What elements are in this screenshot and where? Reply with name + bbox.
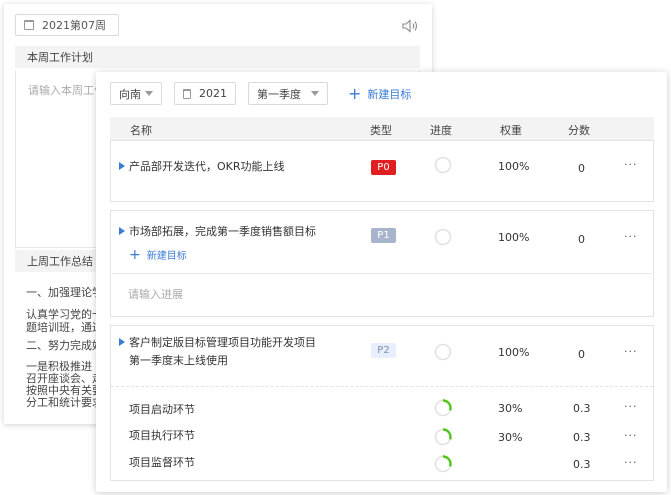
direction-value: 向南 (119, 87, 141, 101)
sub-goal-name: 项目监督环节 (129, 456, 195, 469)
progress-input[interactable]: 请输入进展 (112, 273, 652, 317)
col-weight: 权重 (500, 124, 522, 137)
quarter-select[interactable]: 第一季度 (248, 82, 328, 105)
goal-title: 市场部拓展，完成第一季度销售额目标 (119, 223, 316, 241)
goal-name-line: 客户制定版目标管理项目功能开发项目 (129, 336, 316, 349)
sub-goal-name: 项目启动环节 (129, 403, 195, 416)
col-score: 分数 (568, 124, 590, 137)
goal-name: 产品部开发迭代，OKR功能上线 (129, 160, 285, 173)
sub-goal-row[interactable]: 项目启动环节 30% 0.3 ··· (111, 396, 653, 420)
sub-goal-row[interactable]: 项目监督环节 0.3 ··· (111, 452, 653, 476)
direction-select[interactable]: 向南 (110, 82, 162, 105)
progress-ring-track (434, 156, 452, 174)
more-icon[interactable]: ··· (624, 400, 638, 413)
plan-section-title: 本周工作计划 (15, 46, 420, 68)
progress-ring (434, 428, 452, 446)
priority-badge: P1 (371, 228, 396, 243)
goal-row[interactable]: 产品部开发迭代，OKR功能上线 P0 100% 0 ··· (110, 140, 654, 202)
sub-new-goal-label: 新建目标 (146, 251, 187, 262)
sub-goal-weight: 30% (498, 431, 523, 444)
new-goal-button[interactable]: + 新建目标 (348, 86, 411, 102)
divider (111, 386, 653, 387)
calendar-icon (24, 20, 34, 30)
goal-score: 0 (578, 233, 585, 246)
goal-row[interactable]: 市场部拓展，完成第一季度销售额目标 P1 100% 0 ··· + 新建目标 请… (110, 210, 654, 317)
progress-ring (434, 228, 452, 246)
sub-new-goal-button[interactable]: + 新建目标 (129, 246, 187, 263)
more-icon[interactable]: ··· (624, 429, 638, 442)
progress-ring (434, 343, 452, 361)
quarter-value: 第一季度 (257, 87, 301, 101)
plan-placeholder: 请输入本周工作 (28, 84, 105, 97)
more-icon[interactable]: ··· (624, 230, 638, 243)
table-header: 名称 类型 进度 权重 分数 (110, 117, 654, 140)
flag-icon (119, 338, 125, 346)
goal-name: 市场部拓展，完成第一季度销售额目标 (129, 225, 316, 238)
goal-score: 0 (578, 348, 585, 361)
more-icon[interactable]: ··· (624, 158, 638, 171)
flag-icon (119, 162, 125, 170)
priority-badge: P0 (371, 160, 396, 175)
summary-line: 一、加强理论学 (26, 286, 103, 299)
sub-goal-weight: 30% (498, 402, 523, 415)
new-goal-label: 新建目标 (367, 88, 412, 101)
progress-ring (434, 399, 452, 417)
more-icon[interactable]: ··· (624, 456, 638, 469)
goal-name: 客户制定版目标管理项目功能开发项目 第一季度末上线使用 (129, 334, 316, 370)
priority-badge: P2 (371, 343, 396, 358)
sub-goal-score: 0.3 (573, 431, 591, 444)
progress-ring (434, 455, 452, 473)
goal-weight: 100% (498, 346, 530, 359)
calendar-icon (183, 88, 191, 99)
col-progress: 进度 (430, 124, 452, 137)
okr-goals-panel: 向南 2021 第一季度 + 新建目标 名称 类型 进度 权重 分数 产品部开发… (96, 72, 667, 492)
progress-ring-track (434, 343, 452, 361)
goal-weight: 100% (498, 231, 530, 244)
flag-icon (119, 227, 125, 235)
progress-input-placeholder: 请输入进展 (128, 288, 183, 301)
plus-icon: + (348, 84, 362, 103)
goal-title: 产品部开发迭代，OKR功能上线 (119, 158, 285, 176)
summary-line: 分工和统计要求 (26, 396, 103, 409)
goal-row[interactable]: 客户制定版目标管理项目功能开发项目 第一季度末上线使用 P2 100% 0 ··… (110, 325, 654, 481)
year-value: 2021 (199, 87, 227, 100)
speaker-icon[interactable] (402, 19, 420, 33)
sub-goal-row[interactable]: 项目执行环节 30% 0.3 ··· (111, 425, 653, 449)
goal-weight: 100% (498, 160, 530, 173)
goal-name-line: 第一季度末上线使用 (129, 354, 228, 367)
chevron-down-icon (145, 91, 153, 96)
goal-title: 客户制定版目标管理项目功能开发项目 第一季度末上线使用 (119, 334, 316, 370)
week-selector[interactable]: 2021第07周 (15, 14, 119, 36)
goal-score: 0 (578, 162, 585, 175)
year-select[interactable]: 2021 (174, 82, 236, 105)
sub-goal-score: 0.3 (573, 402, 591, 415)
week-label: 2021第07周 (42, 19, 106, 32)
more-icon[interactable]: ··· (624, 345, 638, 358)
progress-ring-track (434, 228, 452, 246)
summary-line: 二、努力完成好 (26, 339, 103, 352)
chevron-down-icon (311, 91, 319, 96)
plus-icon: + (129, 246, 141, 263)
col-name: 名称 (130, 124, 152, 137)
progress-ring (434, 156, 452, 174)
sub-goal-score: 0.3 (573, 458, 591, 471)
summary-line: 题培训班，通过 (26, 321, 103, 334)
sub-goal-name: 项目执行环节 (129, 429, 195, 442)
col-type: 类型 (370, 124, 392, 137)
